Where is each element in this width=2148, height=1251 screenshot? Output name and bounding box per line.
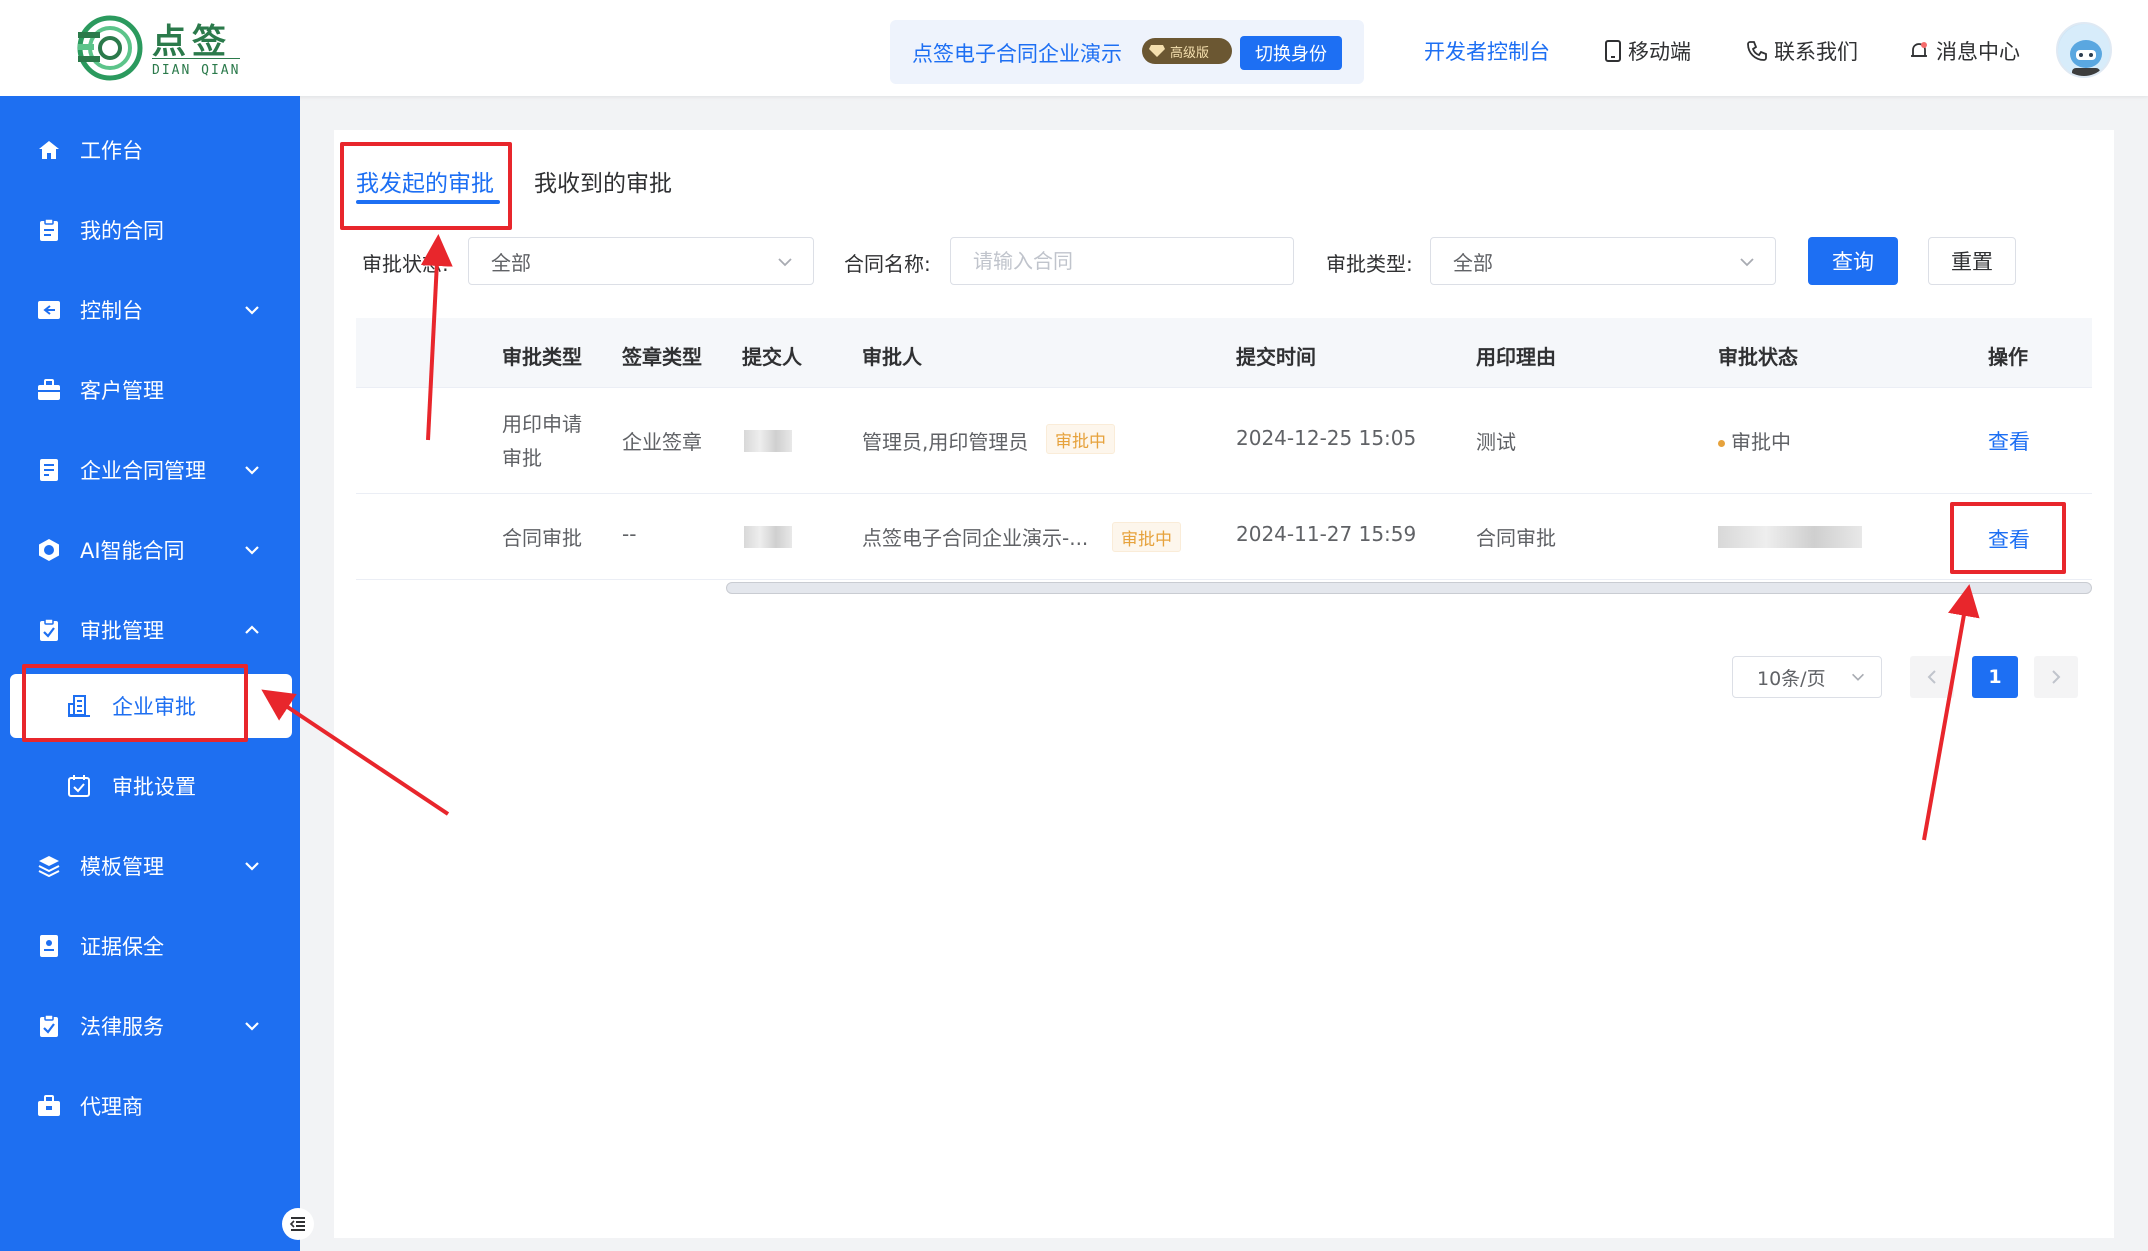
arrow-to-view bbox=[1922, 584, 1980, 841]
arrow-to-tab bbox=[420, 234, 453, 441]
annotation-arrows bbox=[261, 234, 1980, 841]
arrow-to-sidebar bbox=[261, 689, 450, 816]
